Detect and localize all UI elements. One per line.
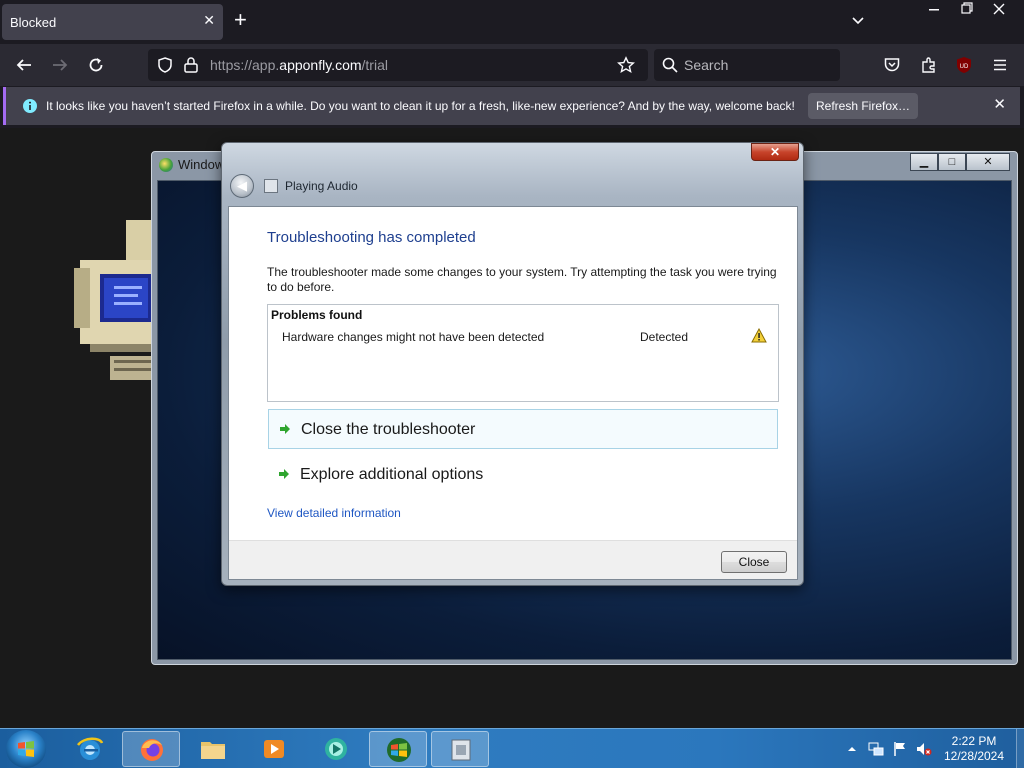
close-button[interactable]: Close — [721, 551, 787, 573]
network-icon[interactable] — [868, 741, 884, 757]
pocket-icon[interactable] — [880, 53, 904, 77]
taskbar: 2:22 PM 12/28/2024 — [0, 728, 1024, 768]
info-icon — [23, 99, 37, 113]
refresh-firefox-button[interactable]: Refresh Firefox… — [808, 93, 918, 119]
extensions-icon[interactable] — [917, 53, 941, 77]
lock-icon[interactable] — [183, 56, 199, 74]
windows-logo-icon — [387, 738, 411, 762]
window-restore-button[interactable] — [950, 0, 984, 18]
tab-blocked[interactable]: Blocked ✕ — [2, 4, 223, 40]
tab-close-icon[interactable]: ✕ — [203, 12, 215, 29]
taskbar-media-center[interactable] — [307, 731, 365, 767]
problem-name: Hardware changes might not have been det… — [282, 330, 545, 344]
green-arrow-icon — [280, 424, 290, 434]
start-button[interactable] — [6, 730, 46, 768]
windows-logo-icon — [159, 158, 173, 172]
background-maximize-button[interactable]: □ — [938, 153, 966, 171]
media-center-icon — [325, 738, 347, 760]
volume-muted-icon[interactable] — [916, 741, 932, 757]
url-bar[interactable]: https://app.apponfly.com/trial — [148, 49, 648, 81]
notification-close-icon[interactable]: ✕ — [993, 95, 1006, 113]
dialog-footer: Close — [229, 540, 797, 579]
background-close-button[interactable]: ✕ — [966, 153, 1010, 171]
menu-hamburger-icon[interactable] — [988, 53, 1012, 77]
tab-title: Blocked — [10, 15, 57, 30]
folder-icon — [201, 742, 225, 759]
troubleshooter-dialog: ✕ ◀ Playing Audio Troubleshooting has co… — [221, 142, 804, 586]
window-minimize-button[interactable] — [917, 0, 951, 18]
search-bar[interactable]: Search — [654, 49, 840, 81]
notification-message: It looks like you haven’t started Firefo… — [46, 99, 795, 113]
windows-flag-icon — [18, 741, 34, 757]
tab-strip: Blocked ✕ + — [0, 0, 1024, 44]
explore-options-label: Explore additional options — [300, 466, 484, 483]
close-troubleshooter-label: Close the troubleshooter — [301, 421, 476, 438]
clock[interactable]: 2:22 PM 12/28/2024 — [936, 734, 1012, 764]
refresh-firefox-notification: It looks like you haven’t started Firefo… — [3, 87, 1020, 125]
show-hidden-icons-icon[interactable] — [844, 741, 860, 757]
dialog-heading: Troubleshooting has completed — [267, 229, 476, 246]
reload-icon[interactable] — [84, 53, 108, 77]
clock-date: 12/28/2024 — [943, 749, 1005, 763]
url-text[interactable]: https://app.apponfly.com/trial — [210, 57, 388, 73]
media-player-icon — [264, 740, 284, 758]
audio-troubleshooter-icon — [264, 179, 278, 193]
problems-list: Problems found Hardware changes might no… — [267, 304, 779, 402]
new-tab-button[interactable]: + — [234, 8, 247, 32]
problem-status: Detected — [640, 330, 689, 344]
dialog-body: Troubleshooting has completed The troubl… — [228, 206, 798, 580]
dialog-description: The troubleshooter made some changes to … — [267, 265, 777, 294]
back-arrow-icon[interactable]: ◀ — [230, 174, 254, 198]
list-all-tabs-icon[interactable] — [850, 12, 866, 28]
search-icon — [662, 57, 678, 73]
explore-options-option[interactable]: Explore additional options — [268, 455, 778, 495]
taskbar-windows-update[interactable] — [369, 731, 427, 767]
navigation-toolbar: https://app.apponfly.com/trial Search UD — [0, 44, 1024, 86]
warning-icon — [751, 328, 767, 343]
close-troubleshooter-option[interactable]: Close the troubleshooter — [268, 409, 778, 449]
clock-time: 2:22 PM — [951, 734, 997, 748]
taskbar-troubleshooter[interactable] — [431, 731, 489, 767]
taskbar-internet-explorer[interactable] — [61, 731, 119, 767]
computer-illustration-icon — [74, 220, 154, 380]
back-arrow-icon[interactable] — [12, 53, 36, 77]
action-center-flag-icon[interactable] — [892, 741, 908, 757]
svg-text:UD: UD — [960, 64, 969, 70]
show-desktop-button[interactable] — [1016, 729, 1024, 768]
internet-explorer-icon — [77, 737, 104, 760]
remote-desktop-viewport[interactable]: Windows ▁ □ ✕ ✕ ◀ Playing Audio Troubles… — [0, 128, 1024, 728]
search-placeholder: Search — [684, 57, 729, 73]
bookmark-star-icon[interactable] — [617, 56, 635, 74]
firefox-icon — [141, 739, 163, 761]
troubleshooter-icon — [451, 739, 471, 761]
forward-arrow-icon[interactable] — [48, 53, 72, 77]
taskbar-firefox[interactable] — [122, 731, 180, 767]
window-close-button[interactable] — [983, 0, 1015, 18]
taskbar-media-player[interactable] — [245, 731, 303, 767]
dialog-title: Playing Audio — [285, 179, 358, 193]
problems-header: Problems found — [271, 308, 363, 322]
dialog-close-icon[interactable]: ✕ — [751, 143, 799, 161]
ublock-origin-icon[interactable]: UD — [952, 53, 976, 77]
tracking-protection-shield-icon[interactable] — [156, 56, 174, 74]
background-minimize-button[interactable]: ▁ — [910, 153, 938, 171]
green-arrow-icon — [279, 469, 289, 479]
taskbar-file-explorer[interactable] — [184, 731, 242, 767]
view-detailed-information-link[interactable]: View detailed information — [267, 506, 401, 520]
